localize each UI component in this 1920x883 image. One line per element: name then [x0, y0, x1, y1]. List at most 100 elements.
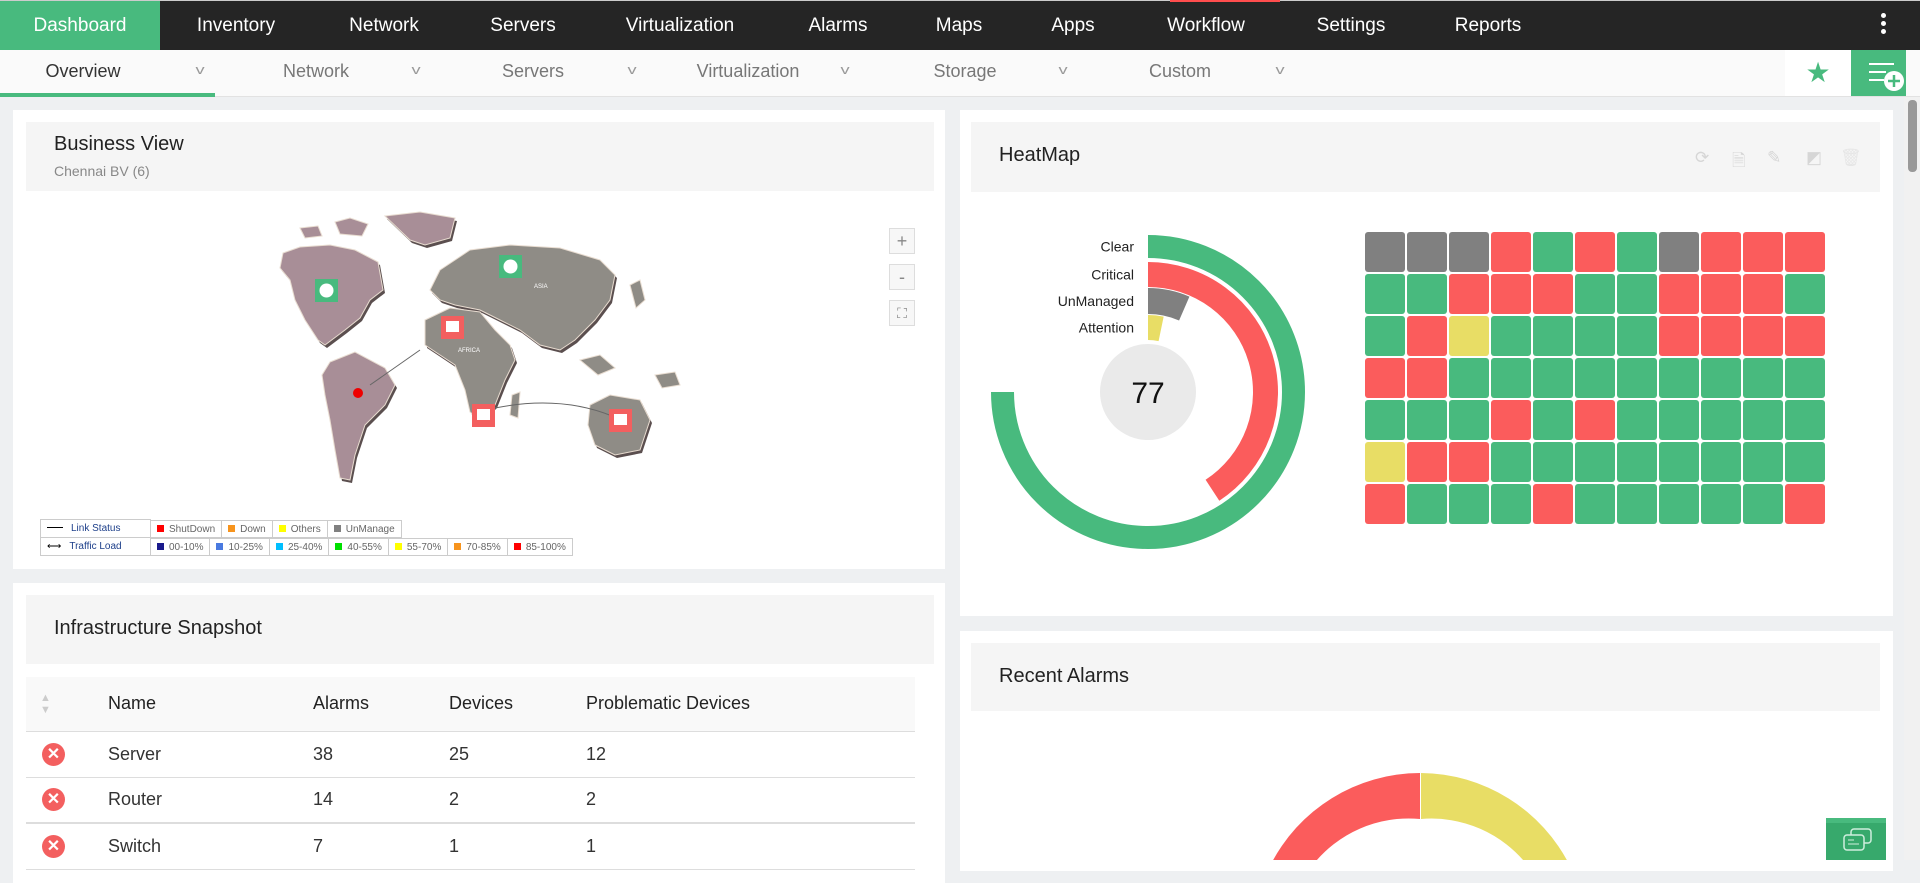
favorite-star-icon[interactable]: ★ — [1785, 50, 1851, 96]
heatmap-cell[interactable] — [1449, 442, 1489, 482]
heatmap-cell[interactable] — [1701, 400, 1741, 440]
table-row[interactable]: ✕Switch711 — [26, 823, 915, 869]
heatmap-cell[interactable] — [1449, 484, 1489, 524]
heatmap-cell[interactable] — [1491, 274, 1531, 314]
vertical-scrollbar[interactable] — [1904, 97, 1920, 860]
heatmap-cell[interactable] — [1533, 484, 1573, 524]
heatmap-cell[interactable] — [1365, 274, 1405, 314]
chevron-down-icon[interactable]: v — [627, 62, 636, 77]
heatmap-cell[interactable] — [1365, 316, 1405, 356]
heatmap-cell[interactable] — [1365, 484, 1405, 524]
cell-name[interactable]: Switch — [108, 823, 313, 869]
heatmap-cell[interactable] — [1743, 442, 1783, 482]
heatmap-cell[interactable] — [1533, 232, 1573, 272]
radial-bar-unmanaged[interactable] — [1148, 301, 1184, 309]
device-marker-asia[interactable] — [499, 255, 522, 278]
device-marker-south-africa[interactable] — [472, 404, 495, 427]
heatmap-cell[interactable] — [1701, 274, 1741, 314]
nav-inventory[interactable]: Inventory — [197, 1, 275, 50]
heatmap-cell[interactable] — [1575, 316, 1615, 356]
heatmap-cell[interactable] — [1659, 484, 1699, 524]
heatmap-cell[interactable] — [1533, 400, 1573, 440]
heatmap-cell[interactable] — [1701, 484, 1741, 524]
heatmap-cell[interactable] — [1491, 358, 1531, 398]
heatmap-cell[interactable] — [1533, 358, 1573, 398]
cell-name[interactable]: Server — [108, 731, 313, 777]
heatmap-cell[interactable] — [1407, 274, 1447, 314]
heatmap-cell[interactable] — [1617, 484, 1657, 524]
zoom-in-button[interactable]: + — [889, 228, 915, 254]
nav-apps[interactable]: Apps — [1051, 1, 1094, 50]
heatmap-cell[interactable] — [1743, 316, 1783, 356]
heatmap-cell[interactable] — [1617, 358, 1657, 398]
heatmap-cell[interactable] — [1407, 484, 1447, 524]
nav-maps[interactable]: Maps — [936, 1, 982, 50]
heatmap-cell[interactable] — [1659, 316, 1699, 356]
heatmap-cell[interactable] — [1617, 400, 1657, 440]
heatmap-cell[interactable] — [1743, 232, 1783, 272]
heatmap-cell[interactable] — [1449, 316, 1489, 356]
more-menu-icon[interactable] — [1876, 13, 1890, 37]
heatmap-cell[interactable] — [1365, 400, 1405, 440]
heatmap-cell[interactable] — [1659, 400, 1699, 440]
heatmap-cell[interactable] — [1617, 232, 1657, 272]
nav-reports[interactable]: Reports — [1455, 1, 1522, 50]
sort-icon[interactable]: ▲▼ — [26, 677, 108, 731]
nav-network[interactable]: Network — [349, 1, 419, 50]
heatmap-cell[interactable] — [1785, 358, 1825, 398]
heatmap-cell[interactable] — [1659, 358, 1699, 398]
world-map[interactable]: ASIA AFRICA — [270, 210, 690, 500]
heatmap-cell[interactable] — [1365, 358, 1405, 398]
heatmap-cell[interactable] — [1449, 358, 1489, 398]
heatmap-cell[interactable] — [1575, 358, 1615, 398]
nav-settings[interactable]: Settings — [1317, 1, 1386, 50]
heatmap-cell[interactable] — [1659, 274, 1699, 314]
heatmap-cell[interactable] — [1407, 232, 1447, 272]
device-marker-africa[interactable] — [441, 316, 464, 339]
scrollbar-thumb[interactable] — [1908, 100, 1917, 172]
heatmap-cell[interactable] — [1491, 400, 1531, 440]
heatmap-cell[interactable] — [1743, 484, 1783, 524]
nav-workflow[interactable]: Workflow — [1167, 1, 1245, 50]
subtab-virtualization[interactable]: Virtualization — [697, 50, 800, 93]
subtab-network[interactable]: Network — [283, 50, 349, 93]
subtab-custom[interactable]: Custom — [1149, 50, 1211, 93]
cell-name[interactable]: Router — [108, 777, 313, 823]
chat-button[interactable] — [1826, 818, 1886, 860]
heatmap-cell[interactable] — [1701, 358, 1741, 398]
resize-icon[interactable]: ◩ — [1806, 148, 1822, 168]
heatmap-cell[interactable] — [1701, 442, 1741, 482]
heatmap-cell[interactable] — [1533, 274, 1573, 314]
heatmap-cell[interactable] — [1407, 316, 1447, 356]
heatmap-cell[interactable] — [1617, 274, 1657, 314]
heatmap-cell[interactable] — [1701, 316, 1741, 356]
column-header-alarms[interactable]: Alarms — [313, 677, 449, 731]
nav-dashboard[interactable]: Dashboard — [0, 1, 160, 50]
heatmap-cell[interactable] — [1785, 400, 1825, 440]
heatmap-cell[interactable] — [1575, 484, 1615, 524]
heatmap-cell[interactable] — [1533, 316, 1573, 356]
device-marker-south-america[interactable] — [353, 388, 363, 398]
table-row[interactable]: ✕Server382512 — [26, 731, 915, 777]
heatmap-cell[interactable] — [1701, 232, 1741, 272]
heatmap-cell[interactable] — [1785, 484, 1825, 524]
heatmap-cell[interactable] — [1491, 484, 1531, 524]
chevron-down-icon[interactable]: v — [1058, 62, 1067, 77]
donut-segment-critical[interactable] — [1270, 773, 1420, 860]
heatmap-cell[interactable] — [1785, 274, 1825, 314]
export-icon[interactable]: 🗎 — [1732, 148, 1746, 177]
subtab-servers[interactable]: Servers — [502, 50, 564, 93]
heatmap-cell[interactable] — [1449, 274, 1489, 314]
nav-servers[interactable]: Servers — [490, 1, 555, 50]
nav-alarms[interactable]: Alarms — [808, 1, 867, 50]
heatmap-cell[interactable] — [1407, 442, 1447, 482]
heatmap-cell[interactable] — [1743, 358, 1783, 398]
column-header-name[interactable]: Name — [108, 677, 313, 731]
chevron-down-icon[interactable]: v — [840, 62, 849, 77]
heatmap-cell[interactable] — [1575, 442, 1615, 482]
device-marker-north-america[interactable] — [315, 279, 338, 302]
table-row[interactable]: ✕Router1422 — [26, 777, 915, 823]
column-header-problematic-devices[interactable]: Problematic Devices — [586, 677, 915, 731]
add-widget-button[interactable] — [1851, 50, 1906, 96]
radial-bar-attention[interactable] — [1148, 328, 1161, 329]
